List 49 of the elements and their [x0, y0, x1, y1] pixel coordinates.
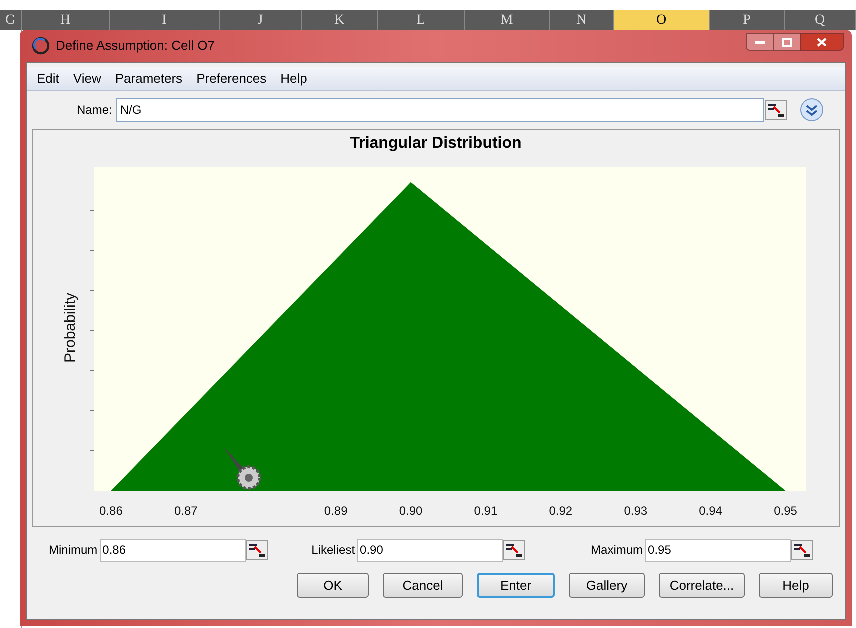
cell-reference-icon[interactable]: [791, 540, 814, 560]
expand-icon[interactable]: [800, 98, 824, 122]
column-header[interactable]: O: [614, 10, 710, 30]
x-tick-label: 0.86: [100, 504, 123, 518]
x-tick-label: 0.91: [474, 504, 498, 518]
parameter-label: Minimum: [49, 542, 98, 559]
x-tick-label: 0.95: [774, 504, 798, 518]
cell-reference-icon[interactable]: [503, 540, 526, 560]
menu-item[interactable]: View: [67, 68, 108, 88]
parameter-field[interactable]: 0.90: [357, 538, 504, 562]
y-axis-label: Probability: [62, 292, 79, 364]
name-value: N/G: [120, 102, 142, 119]
menu-item[interactable]: Parameters: [109, 68, 189, 88]
x-tick-label: 0.89: [324, 504, 348, 518]
parameter-field[interactable]: 0.95: [645, 538, 792, 562]
close-button[interactable]: [800, 33, 844, 51]
dialog-button[interactable]: Cancel: [383, 573, 463, 598]
maximize-button[interactable]: [774, 33, 800, 51]
name-field[interactable]: N/G: [116, 98, 764, 122]
minimize-button[interactable]: [746, 33, 774, 51]
maximize-icon: [782, 38, 792, 46]
menu-item[interactable]: Edit: [31, 68, 66, 88]
parameter-label: Likeliest: [312, 542, 356, 559]
window-title: Define Assumption: Cell O7: [56, 37, 215, 56]
menu-item[interactable]: Help: [274, 68, 314, 88]
minimize-icon: [755, 40, 765, 44]
x-tick-label: 0.92: [549, 504, 573, 518]
x-tick-label: 0.93: [624, 504, 648, 518]
cell-reference-icon[interactable]: [765, 100, 788, 120]
parameter-label: Maximum: [591, 542, 644, 559]
parameter-field[interactable]: 0.86: [100, 538, 246, 562]
dialog-button[interactable]: OK: [297, 573, 369, 598]
app-logo-icon: [32, 37, 50, 55]
dialog-button[interactable]: Help: [759, 573, 833, 598]
menu-item[interactable]: Preferences: [190, 68, 273, 88]
close-icon: [817, 38, 827, 46]
parameter-value: 0.95: [648, 542, 672, 559]
chart-title: Triangular Distribution: [350, 134, 522, 154]
x-tick-label: 0.90: [399, 504, 423, 518]
x-tick-label: 0.87: [174, 504, 198, 518]
dialog-button[interactable]: Gallery: [569, 573, 645, 598]
parameter-value: 0.90: [360, 542, 384, 559]
parameter-value: 0.86: [102, 542, 126, 559]
dialog-button[interactable]: Correlate...: [659, 573, 745, 598]
dialog-button[interactable]: Enter: [477, 573, 555, 598]
name-label: Name:: [77, 102, 112, 119]
x-tick-label: 0.94: [699, 504, 722, 518]
cell-reference-icon[interactable]: [246, 540, 268, 560]
gear-cursor-icon: [223, 446, 262, 490]
